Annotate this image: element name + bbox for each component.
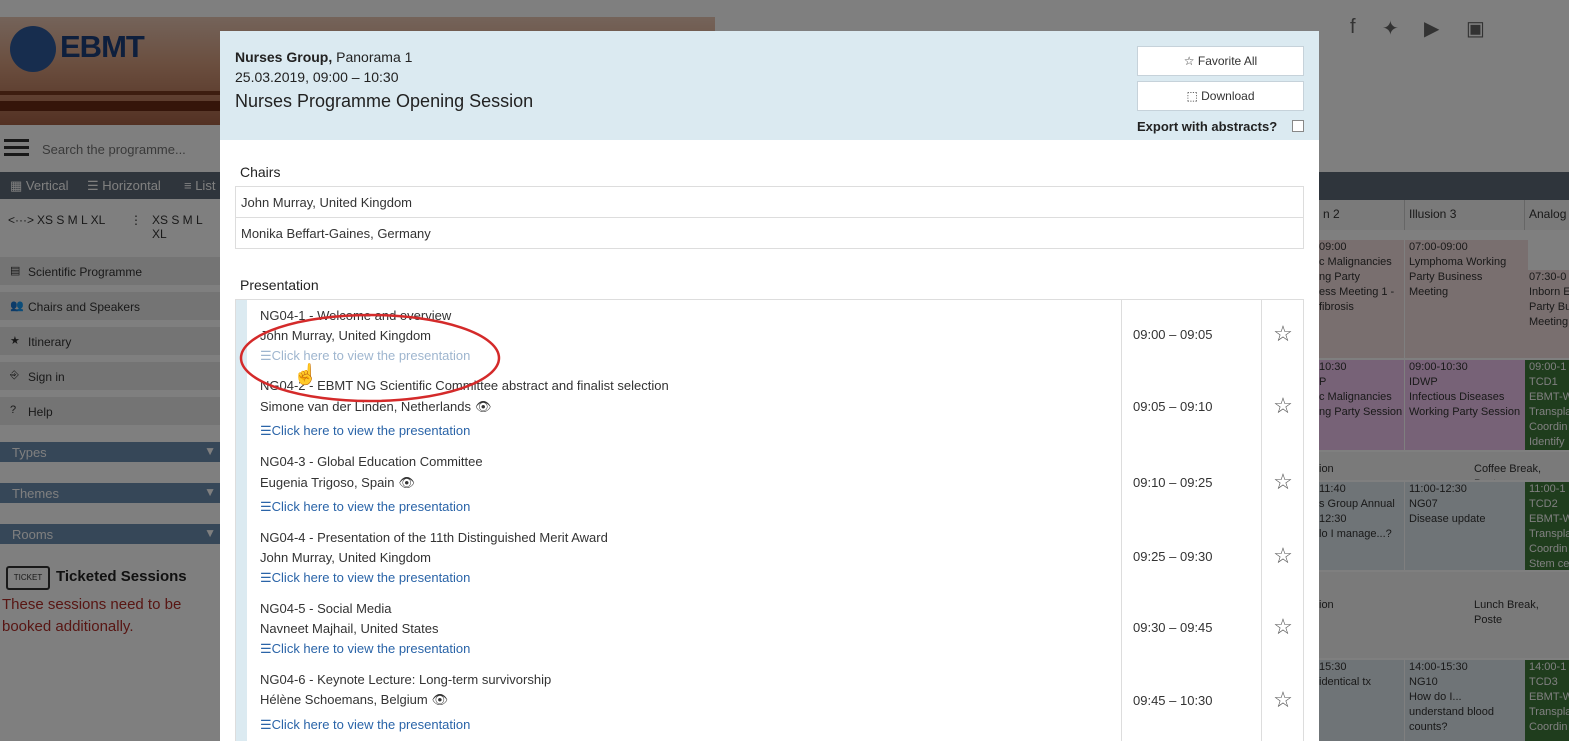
favorite-star-icon[interactable]: ☆ <box>1261 300 1304 371</box>
presentation-time: 09:10 – 09:25 <box>1121 446 1262 522</box>
view-presentation-link[interactable]: ☰Click here to view the presentation <box>260 717 470 733</box>
favorite-star-icon[interactable]: ☆ <box>1261 522 1304 593</box>
eye-icon[interactable]: 👁 <box>398 475 415 490</box>
presentation-heading: Presentation <box>240 277 319 293</box>
row-accent <box>236 446 247 522</box>
view-presentation-link[interactable]: ☰Click here to view the presentation <box>260 423 470 439</box>
download-button[interactable]: ⬚ Download <box>1137 81 1304 111</box>
export-abstracts-label: Export with abstracts? <box>1137 119 1278 134</box>
session-location: Nurses Group, Panorama 1 <box>235 49 413 65</box>
presentation-speaker: John Murray, United Kingdom <box>260 550 432 565</box>
favorite-star-icon[interactable]: ☆ <box>1261 370 1304 446</box>
chairs-heading: Chairs <box>240 164 281 180</box>
favorite-star-icon[interactable]: ☆ <box>1261 446 1304 522</box>
eye-icon[interactable]: 👁 <box>432 692 449 707</box>
presentation-time: 09:30 – 09:45 <box>1121 593 1262 664</box>
view-presentation-link[interactable]: ☰Click here to view the presentation <box>260 499 470 515</box>
view-presentation-link[interactable]: ☰Click here to view the presentation <box>260 570 470 586</box>
presentation-title: NG04-4 - Presentation of the 11th Distin… <box>260 530 608 545</box>
chair-row: John Murray, United Kingdom <box>235 186 1304 218</box>
hand-cursor-icon: ☝ <box>293 364 318 386</box>
presentation-row[interactable]: NG04-5 - Social Media Navneet Majhail, Un… <box>235 593 1304 665</box>
presentation-title: NG04-6 - Keynote Lecture: Long-term surv… <box>260 672 552 687</box>
presentation-time: 09:45 – 10:30 <box>1121 664 1262 741</box>
presentation-title: NG04-5 - Social Media <box>260 601 392 616</box>
highlight-annotation-ellipse <box>239 313 501 403</box>
presentation-row[interactable]: NG04-3 - Global Education Committee Eugen… <box>235 446 1304 523</box>
session-datetime: 25.03.2019, 09:00 – 10:30 <box>235 69 399 85</box>
row-accent <box>236 593 247 664</box>
presentation-time: 09:25 – 09:30 <box>1121 522 1262 593</box>
presentation-speaker: Hélène Schoemans, Belgium 👁 <box>260 692 449 707</box>
session-title: Nurses Programme Opening Session <box>235 91 534 111</box>
favorite-star-icon[interactable]: ☆ <box>1261 593 1304 664</box>
presentation-speaker: Eugenia Trigoso, Spain 👁 <box>260 475 415 490</box>
row-accent <box>236 522 247 593</box>
favorite-star-icon[interactable]: ☆ <box>1261 664 1304 741</box>
chair-row: Monika Beffart-Gaines, Germany <box>235 217 1304 249</box>
modal-header: Nurses Group, Panorama 1 25.03.2019, 09:… <box>220 31 1319 140</box>
presentation-time: 09:05 – 09:10 <box>1121 370 1262 446</box>
row-accent <box>236 664 247 741</box>
view-presentation-link[interactable]: ☰Click here to view the presentation <box>260 641 470 657</box>
presentation-row[interactable]: NG04-6 - Keynote Lecture: Long-term surv… <box>235 664 1304 741</box>
export-abstracts-checkbox[interactable] <box>1292 120 1304 132</box>
presentation-title: NG04-3 - Global Education Committee <box>260 454 483 469</box>
favorite-all-button[interactable]: ☆ Favorite All <box>1137 46 1304 76</box>
presentation-row[interactable]: NG04-4 - Presentation of the 11th Distin… <box>235 522 1304 594</box>
presentation-speaker: Navneet Majhail, United States <box>260 621 439 636</box>
presentation-time: 09:00 – 09:05 <box>1121 300 1262 371</box>
